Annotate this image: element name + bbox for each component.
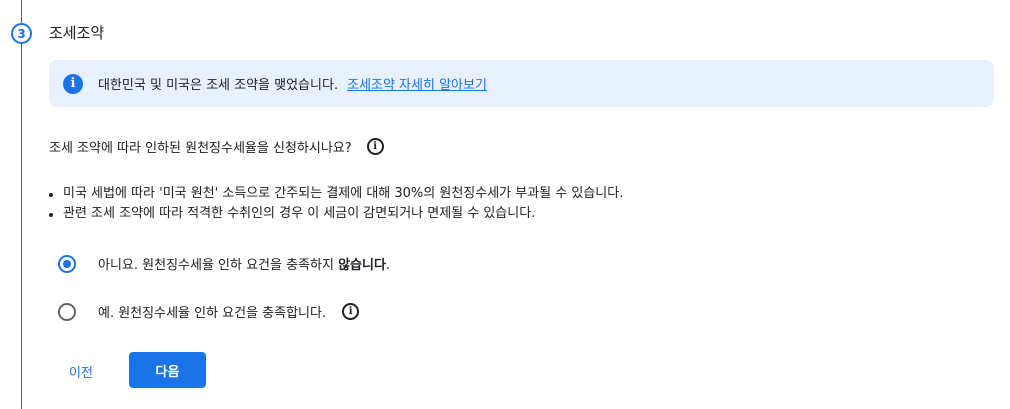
option-yes[interactable]: 예. 원천징수세율 인하 요건을 충족합니다. i bbox=[58, 302, 360, 321]
treaty-question: 조세 조약에 따라 인하된 원천징수세율을 신청하시나요? i bbox=[49, 137, 384, 156]
info-bullet-list: 미국 세법에 따라 '미국 원천' 소득으로 간주되는 결제에 대해 30%의 … bbox=[49, 184, 623, 224]
prev-button[interactable]: 이전 bbox=[54, 354, 108, 388]
help-icon[interactable]: i bbox=[342, 303, 360, 320]
radio-no[interactable] bbox=[58, 254, 76, 273]
info-banner: i 대한민국 및 미국은 조세 조약을 맺었습니다. 조세조약 자세히 알아보기 bbox=[49, 60, 994, 107]
list-item: 미국 세법에 따라 '미국 원천' 소득으로 간주되는 결제에 대해 30%의 … bbox=[49, 184, 623, 204]
list-item: 관련 조세 조약에 따라 적격한 수취인의 경우 이 세금이 감면되거나 면제될… bbox=[49, 204, 623, 224]
option-no[interactable]: 아니요. 원천징수세율 인하 요건을 충족하지 않습니다. bbox=[58, 254, 390, 273]
step-title: 조세조약 bbox=[49, 24, 105, 42]
help-icon[interactable]: i bbox=[366, 138, 384, 155]
info-icon: i bbox=[63, 73, 83, 94]
radio-yes[interactable] bbox=[58, 302, 76, 321]
learn-more-link[interactable]: 조세조약 자세히 알아보기 bbox=[347, 74, 487, 93]
next-button[interactable]: 다음 bbox=[129, 352, 206, 388]
stepper-line bbox=[21, 0, 22, 409]
option-no-label: 아니요. 원천징수세율 인하 요건을 충족하지 않습니다. bbox=[98, 258, 391, 273]
question-text: 조세 조약에 따라 인하된 원천징수세율을 신청하시나요? bbox=[49, 141, 352, 156]
step-number-badge: 3 bbox=[11, 23, 32, 44]
banner-text: 대한민국 및 미국은 조세 조약을 맺었습니다. bbox=[98, 78, 339, 93]
option-yes-label: 예. 원천징수세율 인하 요건을 충족합니다. bbox=[98, 306, 327, 321]
tax-treaty-step: 3 조세조약 i 대한민국 및 미국은 조세 조약을 맺었습니다. 조세조약 자… bbox=[0, 0, 1010, 409]
